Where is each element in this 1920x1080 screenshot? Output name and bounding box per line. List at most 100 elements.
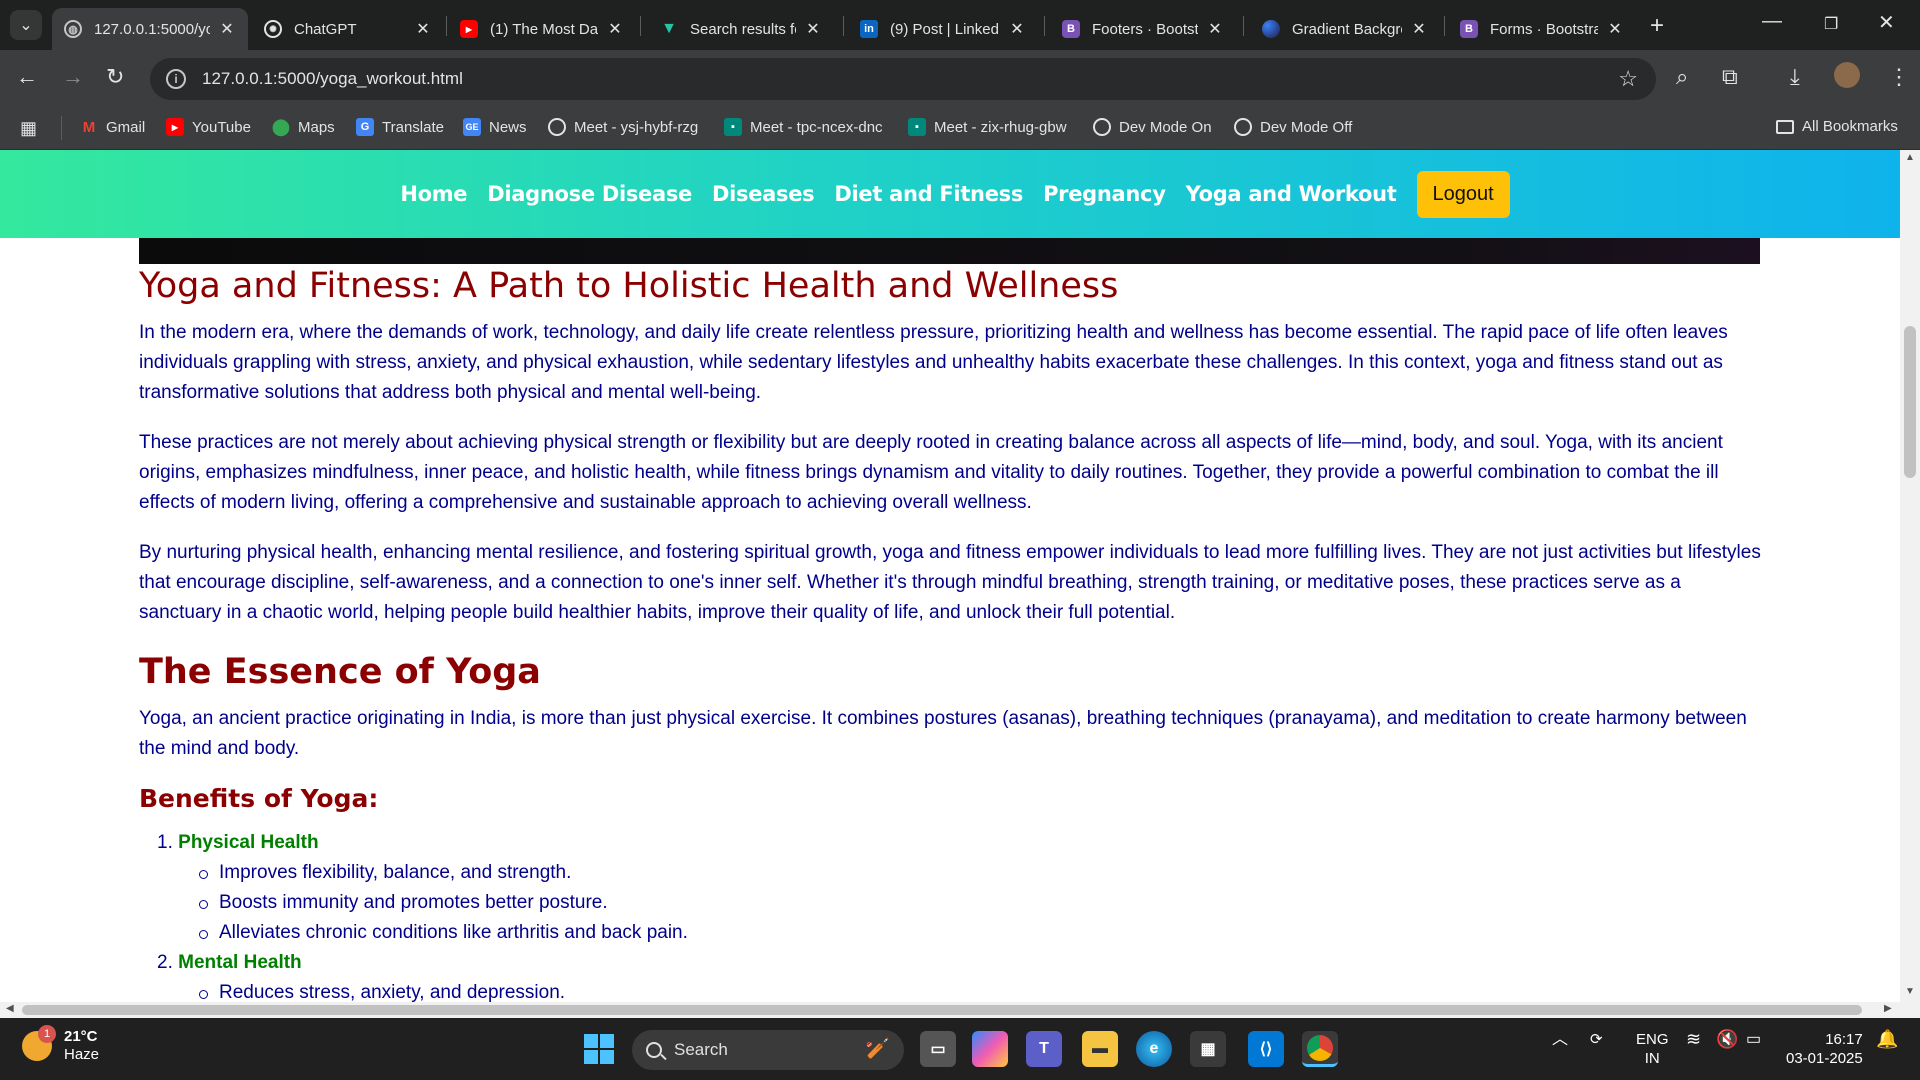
task-view-icon[interactable]: ▭ <box>920 1031 956 1067</box>
edge-icon[interactable]: e <box>1136 1031 1172 1067</box>
new-tab-icon[interactable]: + <box>1650 12 1664 40</box>
bookmark-translate[interactable]: G Translate <box>356 118 444 136</box>
notification-badge: 1 <box>38 1025 56 1043</box>
close-tab-icon[interactable]: ✕ <box>1206 19 1224 39</box>
close-tab-icon[interactable]: ✕ <box>414 19 432 39</box>
address-bar[interactable]: i 127.0.0.1:5000/yoga_workout.html ☆ <box>150 58 1656 100</box>
scroll-left-icon[interactable]: ◀ <box>6 1003 14 1014</box>
show-hidden-icons[interactable]: ︿ <box>1552 1030 1568 1049</box>
all-bookmarks[interactable]: All Bookmarks <box>1776 118 1898 135</box>
horizontal-scroll-thumb[interactable] <box>22 1005 1862 1015</box>
youtube-icon: ▶ <box>166 118 184 136</box>
chrome-icon[interactable] <box>1302 1031 1338 1067</box>
intro-paragraph-2: These practices are not merely about ach… <box>139 432 1723 513</box>
bookmark-star-icon[interactable]: ☆ <box>1618 66 1638 92</box>
main-content: Yoga and Fitness: A Path to Holistic Hea… <box>139 262 1764 1002</box>
wifi-icon[interactable]: ≋ <box>1686 1030 1701 1049</box>
profile-avatar[interactable] <box>1834 62 1860 88</box>
bookmark-dev-mode-off[interactable]: Dev Mode Off <box>1234 118 1352 136</box>
essence-heading: The Essence of Yoga <box>139 652 541 692</box>
back-icon[interactable]: ← <box>16 64 38 90</box>
close-window-icon[interactable]: ✕ <box>1878 10 1895 35</box>
logout-button[interactable]: Logout <box>1416 170 1510 218</box>
close-tab-icon[interactable]: ✕ <box>218 19 236 39</box>
tab-youtube[interactable]: ▶ (1) The Most Dan ✕ <box>448 8 636 50</box>
nav-home[interactable]: Home <box>400 182 467 206</box>
list-item: Improves flexibility, balance, and stren… <box>197 858 1764 888</box>
file-explorer-icon[interactable]: ▬ <box>1082 1031 1118 1067</box>
close-tab-icon[interactable]: ✕ <box>606 19 624 39</box>
nav-yoga-and-workout[interactable]: Yoga and Workout <box>1186 182 1397 206</box>
tab-gradient-background[interactable]: Gradient Backgro ✕ <box>1250 8 1440 50</box>
download-icon[interactable]: ⤓ <box>1790 64 1800 90</box>
bookmark-gmail[interactable]: M Gmail <box>80 118 145 136</box>
site-info-icon[interactable]: i <box>166 69 186 89</box>
vertical-scroll-thumb[interactable] <box>1904 326 1916 478</box>
sync-icon[interactable]: ⟳ <box>1590 1030 1603 1049</box>
scroll-right-icon[interactable]: ▶ <box>1884 1003 1892 1014</box>
maps-icon: ⬤ <box>272 119 290 136</box>
tab-footers-bootstrap[interactable]: B Footers · Bootstr ✕ <box>1050 8 1236 50</box>
tab-separator <box>1243 16 1244 36</box>
tab-search-button[interactable]: ⌄ <box>10 10 42 40</box>
tab-search-results[interactable]: ▼ Search results fo ✕ <box>648 8 834 50</box>
minimize-icon[interactable]: — <box>1762 10 1782 33</box>
tab-forms-bootstrap[interactable]: B Forms · Bootstra ✕ <box>1448 8 1636 50</box>
nav-diet-and-fitness[interactable]: Diet and Fitness <box>834 182 1023 206</box>
bookmark-meet-1[interactable]: Meet - ysj-hybf-rzg <box>548 118 698 136</box>
weather-widget[interactable]: 1 21°C Haze <box>22 1025 100 1064</box>
clock[interactable]: 16:17 03-01-2025 <box>1786 1030 1863 1068</box>
bookmark-maps[interactable]: ⬤ Maps <box>272 118 335 137</box>
teams-icon[interactable]: T <box>1026 1031 1062 1067</box>
taskbar-search[interactable]: Search 🏏 <box>632 1030 904 1070</box>
bookmark-meet-3[interactable]: ▪ Meet - zix-rhug-gbw <box>908 118 1067 136</box>
reload-icon[interactable]: ↻ <box>106 64 124 90</box>
notification-bell-icon[interactable]: 🔔 <box>1876 1030 1898 1049</box>
nav-diagnose-disease[interactable]: Diagnose Disease <box>487 182 692 206</box>
start-button[interactable] <box>584 1034 614 1064</box>
volume-muted-icon[interactable]: 🔇 <box>1716 1030 1738 1049</box>
lens-search-icon[interactable]: ⌕ <box>1676 64 1688 90</box>
page-title: Yoga and Fitness: A Path to Holistic Hea… <box>139 266 1119 306</box>
restore-icon[interactable]: ❐ <box>1824 14 1838 34</box>
forward-icon[interactable]: → <box>62 64 84 90</box>
bookmark-meet-2[interactable]: ▪ Meet - tpc-ncex-dnc <box>724 118 883 136</box>
bootstrap-icon: B <box>1062 20 1080 38</box>
horizontal-scrollbar[interactable]: ◀ ▶ <box>0 1002 1920 1018</box>
bookmarks-bar: ▦ M Gmail ▶ YouTube ⬤ Maps G Translate G… <box>0 108 1920 150</box>
list-item: 1. Physical Health <box>157 832 319 853</box>
tab-separator <box>843 16 844 36</box>
globe-icon <box>548 118 566 136</box>
windows-taskbar: 1 21°C Haze Search 🏏 ▭ T ▬ e ▦ ⟨⟩ ︿ ⟳ EN… <box>0 1018 1920 1080</box>
tab-separator <box>640 16 641 36</box>
language-indicator[interactable]: ENG IN <box>1636 1030 1669 1068</box>
url-text[interactable]: 127.0.0.1:5000/yoga_workout.html <box>202 69 463 89</box>
microsoft-store-icon[interactable]: ▦ <box>1190 1031 1226 1067</box>
copilot-icon[interactable] <box>972 1031 1008 1067</box>
close-tab-icon[interactable]: ✕ <box>1008 19 1026 39</box>
menu-kebab-icon[interactable]: ⋮ <box>1888 64 1910 90</box>
browser-tab-bar: ⌄ ◍ 127.0.0.1:5000/yo ✕ ✺ ChatGPT ✕ ▶ (1… <box>0 0 1920 50</box>
tab-yoga-workout[interactable]: ◍ 127.0.0.1:5000/yo ✕ <box>52 8 248 50</box>
bookmark-news[interactable]: GE News <box>463 118 527 136</box>
apps-grid-icon[interactable]: ▦ <box>20 118 37 139</box>
weather-description: Haze <box>64 1046 100 1063</box>
folder-icon <box>1776 119 1794 134</box>
vertical-scrollbar[interactable]: ▲ ▼ <box>1900 150 1920 1002</box>
tab-chatgpt[interactable]: ✺ ChatGPT ✕ <box>252 8 444 50</box>
close-tab-icon[interactable]: ✕ <box>1410 19 1428 39</box>
close-tab-icon[interactable]: ✕ <box>804 19 822 39</box>
tab-linkedin[interactable]: in (9) Post | LinkedI ✕ <box>848 8 1038 50</box>
site-navbar: Home Diagnose Disease Diseases Diet and … <box>0 150 1900 238</box>
extensions-icon[interactable]: ⧉ <box>1722 64 1738 90</box>
nav-diseases[interactable]: Diseases <box>712 182 815 206</box>
nav-pregnancy[interactable]: Pregnancy <box>1043 182 1166 206</box>
battery-icon[interactable]: ▭ <box>1746 1030 1761 1049</box>
video-frame[interactable] <box>139 238 1760 264</box>
scroll-down-icon[interactable]: ▼ <box>1905 986 1915 997</box>
close-tab-icon[interactable]: ✕ <box>1606 19 1624 39</box>
bookmark-youtube[interactable]: ▶ YouTube <box>166 118 251 136</box>
vscode-icon[interactable]: ⟨⟩ <box>1248 1031 1284 1067</box>
scroll-up-icon[interactable]: ▲ <box>1905 152 1915 163</box>
bookmark-dev-mode-on[interactable]: Dev Mode On <box>1093 118 1212 136</box>
